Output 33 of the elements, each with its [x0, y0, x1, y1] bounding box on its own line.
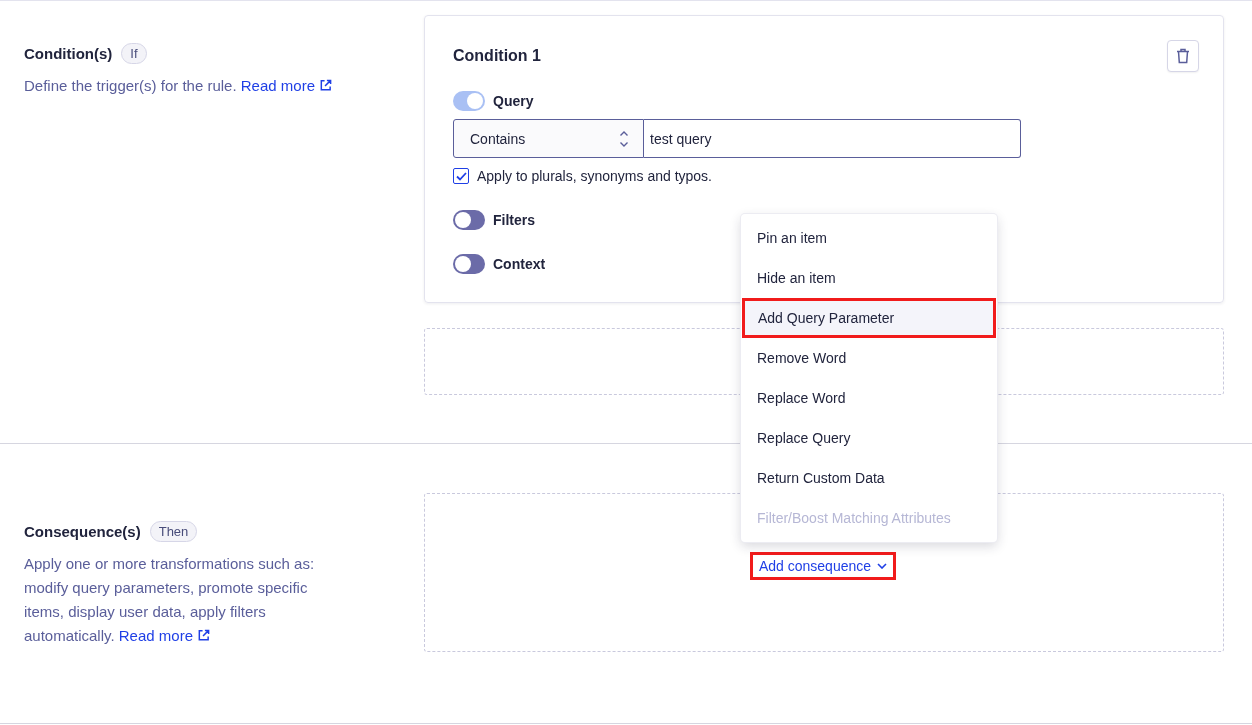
chevron-down-icon: [877, 562, 888, 569]
menu-item[interactable]: Return Custom Data: [741, 458, 997, 498]
section-badge: If: [121, 43, 147, 64]
toggle-switch[interactable]: [453, 254, 485, 274]
toggle-switch[interactable]: [453, 91, 485, 111]
operator-select[interactable]: Contains: [453, 119, 644, 158]
checkbox[interactable]: [453, 168, 469, 184]
section-title: Consequence(s): [24, 523, 141, 540]
menu-item[interactable]: Replace Query: [741, 418, 997, 458]
section-description: Define the trigger(s) for the rule. Read more: [24, 74, 342, 98]
read-more-link[interactable]: Read more: [240, 77, 332, 94]
menu-item[interactable]: Add Query Parameter: [742, 298, 996, 338]
card-title: Condition 1: [453, 47, 541, 65]
menu-item[interactable]: Replace Word: [741, 378, 997, 418]
section-description: Apply one or more transformations such as: modify query parameters, promote specific items, display user data, apply filters automatically. Read more: [24, 554, 316, 646]
delete-button[interactable]: [1167, 40, 1199, 72]
external-link-icon: [318, 79, 332, 92]
up-down-chevron-icon: [619, 129, 629, 148]
external-link-icon: [196, 629, 210, 642]
menu-item[interactable]: Remove Word: [741, 338, 997, 378]
toggle-label: Filters: [493, 212, 535, 228]
section-badge: Then: [149, 521, 198, 542]
query-input[interactable]: test query: [644, 119, 1021, 158]
read-more-link[interactable]: Read more: [118, 627, 210, 644]
trash-icon: [1176, 48, 1190, 64]
add-consequence-button[interactable]: Add consequence: [752, 554, 894, 577]
toggle-switch[interactable]: [453, 210, 485, 230]
checkbox-label: Apply to plurals, synonyms and typos.: [477, 168, 712, 184]
menu-item[interactable]: Hide an item: [741, 258, 997, 298]
menu-item[interactable]: Pin an item: [741, 218, 997, 258]
section-title: Condition(s): [24, 45, 113, 62]
toggle-label: Query: [493, 93, 534, 109]
toggle-label: Context: [493, 256, 546, 272]
